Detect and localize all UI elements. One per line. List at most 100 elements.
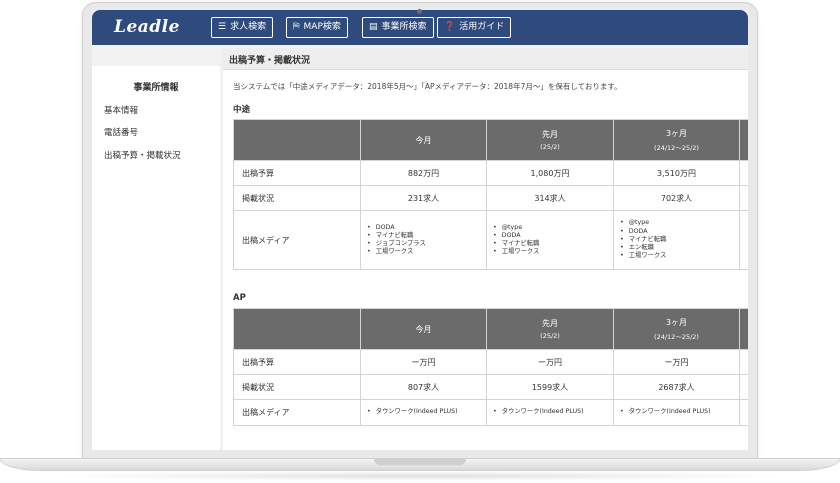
sidebar-title: 事業所情報 [133,83,179,93]
help-icon: ❓ [444,22,456,32]
row-label-budget: 出稿予算 [233,160,361,186]
list-item: DODA [493,232,613,240]
content-header: 出稿予算・掲載状況 [223,48,748,70]
row-label-media: 出稿メディア [233,399,361,426]
nav-job-search-button[interactable]: ☰ 求人検索 [211,17,274,38]
table-cell: 702求人 [613,185,740,211]
table-cell: 1599求人 [486,374,614,400]
section-label-midcareer: 中途 [233,105,251,115]
media-cell: タウンワーク(Indeed PLUS) [360,399,487,426]
header-three-months: 3ヶ月 (24/12〜25/2) [613,308,740,350]
header-blank [233,119,361,161]
media-list: タウンワーク(Indeed PLUS) [620,408,739,416]
midcareer-table: 今月 先月 (25/2) 3ヶ月 (24/12〜25/2) 出稿予算 882万円 1… [233,119,748,270]
row-label-budget: 出稿予算 [233,349,361,375]
list-item: DODA [620,228,739,236]
table-cell: 231求人 [360,185,487,211]
list-item: マイナビ転職 [620,236,739,244]
table-cell: 882万円 [360,160,487,186]
list-item: マイナビ転職 [493,240,613,248]
table-row: 出稿予算 882万円 1,080万円 3,510万円 [233,160,748,186]
app-logo[interactable]: Leadle [114,17,180,37]
menu-icon: ☰ [218,22,227,32]
media-list: @type DODA マイナビ転職 エン転職 工場ワークス [620,219,739,260]
media-cell: タウンワーク(Indeed PLUS) [486,399,614,426]
media-list: DODA マイナビ転職 ジョブコンプラス 工場ワークス [367,224,486,257]
table-cell: ー万円 [360,349,487,375]
nav-label: 求人検索 [230,22,267,32]
building-icon: ▤ [369,22,378,32]
table-header-row: 今月 先月 (25/2) 3ヶ月 (24/12〜25/2) [233,308,748,350]
header-last-month: 先月 (25/2) [486,119,614,161]
table-header-row: 今月 先月 (25/2) 3ヶ月 (24/12〜25/2) [233,119,748,161]
table-row: 掲載状況 807求人 1599求人 2687求人 [233,374,748,400]
sidebar: 事業所情報 基本情報 電話番号 出稿予算・掲載状況 [92,66,220,450]
table-cell: ー万円 [486,349,614,375]
nav-map-search-button[interactable]: ⛿ MAP検索 [286,17,348,38]
camera-icon [417,9,422,14]
nav-guide-button[interactable]: ❓ 活用ガイド [437,17,512,38]
list-item: タウンワーク(Indeed PLUS) [493,408,613,416]
table-row: 出稿メディア DODA マイナビ転職 ジョブコンプラス 工場ワークス @type… [233,210,748,270]
list-item: 工場ワークス [367,248,486,256]
table-cell-overflow [739,349,748,375]
sidebar-item-basic-info[interactable]: 基本情報 [104,104,138,116]
nav-office-search-button[interactable]: ▤ 事業所検索 [362,17,434,38]
list-item: @type [620,219,739,227]
nav-label: MAP検索 [303,22,341,32]
table-cell: 3,510万円 [613,160,740,186]
section-label-ap: AP [233,293,246,303]
table-cell: 807求人 [360,374,487,400]
row-label-listing: 掲載状況 [233,185,361,211]
table-cell: 314求人 [486,185,614,211]
sidebar-item-budget-status[interactable]: 出稿予算・掲載状況 [104,149,181,161]
list-item: 工場ワークス [493,248,613,256]
main-content: 出稿予算・掲載状況 当システムでは「中途メディアデータ：2018年5月〜」「AP… [223,48,748,450]
table-cell-overflow [739,399,748,426]
list-item: 工場ワークス [620,252,739,260]
media-cell: @type DODA マイナビ転職 工場ワークス [486,210,614,270]
table-cell-overflow [739,185,748,211]
table-cell: ー万円 [613,349,740,375]
media-cell: DODA マイナビ転職 ジョブコンプラス 工場ワークス [360,210,487,270]
page-title: 出稿予算・掲載状況 [229,56,311,66]
list-item: DODA [367,224,486,232]
list-item: タウンワーク(Indeed PLUS) [620,408,739,416]
ap-table: 今月 先月 (25/2) 3ヶ月 (24/12〜25/2) 出稿予算 ー万円 ー万円… [233,308,748,426]
data-availability-note: 当システムでは「中途メディアデータ：2018年5月〜」「APメディアデータ：20… [233,82,622,91]
table-cell: 2687求人 [613,374,740,400]
header-overflow [739,119,748,161]
header-this-month: 今月 [360,308,487,350]
table-row: 出稿予算 ー万円 ー万円 ー万円 [233,349,748,375]
top-navbar: Leadle ☰ 求人検索 ⛿ MAP検索 ▤ 事業所検索 ❓ 活用ガイド [92,10,748,45]
list-item: ジョブコンプラス [367,240,486,248]
media-list: タウンワーク(Indeed PLUS) [493,408,613,416]
header-three-months: 3ヶ月 (24/12〜25/2) [613,119,740,161]
laptop-notch [374,459,466,465]
table-cell: 1,080万円 [486,160,614,186]
header-overflow [739,308,748,350]
screen: Leadle ☰ 求人検索 ⛿ MAP検索 ▤ 事業所検索 ❓ 活用ガイド 事業… [92,10,748,450]
header-this-month: 今月 [360,119,487,161]
sidebar-item-phone[interactable]: 電話番号 [104,126,138,138]
row-label-listing: 掲載状況 [233,374,361,400]
header-blank [233,308,361,350]
table-cell-overflow [739,160,748,186]
nav-label: 事業所検索 [381,22,427,32]
nav-label: 活用ガイド [459,22,505,32]
table-cell-overflow [739,210,748,270]
header-last-month: 先月 (25/2) [486,308,614,350]
media-list: @type DODA マイナビ転職 工場ワークス [493,224,613,257]
media-list: タウンワーク(Indeed PLUS) [367,408,486,416]
table-cell-overflow [739,374,748,400]
table-row: 出稿メディア タウンワーク(Indeed PLUS) タウンワーク(Indeed… [233,399,748,426]
map-icon: ⛿ [293,22,300,32]
row-label-media: 出稿メディア [233,210,361,270]
laptop-shadow [40,471,800,481]
list-item: @type [493,224,613,232]
list-item: タウンワーク(Indeed PLUS) [367,408,486,416]
media-cell: タウンワーク(Indeed PLUS) [613,399,740,426]
list-item: マイナビ転職 [367,232,486,240]
table-row: 掲載状況 231求人 314求人 702求人 [233,185,748,211]
media-cell: @type DODA マイナビ転職 エン転職 工場ワークス [613,210,740,270]
